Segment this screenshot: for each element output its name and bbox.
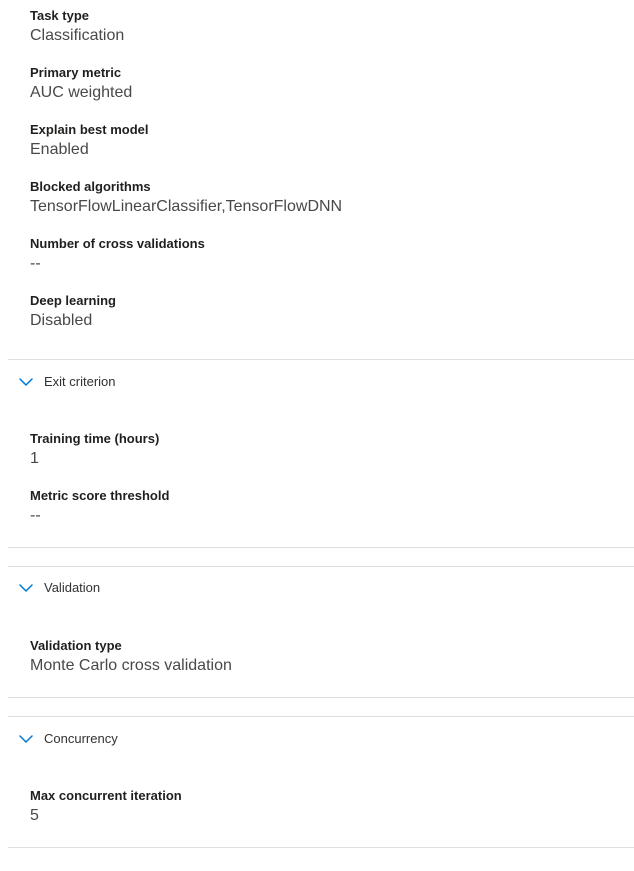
metric-threshold-label: Metric score threshold <box>30 488 170 503</box>
primary-metric-label: Primary metric <box>30 65 122 80</box>
max-concurrent-value: 5 <box>30 807 39 824</box>
section-divider <box>8 359 634 360</box>
concurrency-title: Concurrency <box>44 731 118 746</box>
section-divider <box>8 716 634 717</box>
concurrency-section-toggle[interactable]: Concurrency <box>19 729 118 749</box>
section-divider <box>8 697 634 698</box>
section-divider <box>8 566 634 567</box>
training-time-field: Training time (hours) 1 <box>30 431 159 470</box>
task-type-label: Task type <box>30 8 90 23</box>
validation-type-field: Validation type Monte Carlo cross valida… <box>30 638 232 677</box>
validation-title: Validation <box>44 580 101 595</box>
validation-type-value: Monte Carlo cross validation <box>30 657 232 674</box>
section-divider <box>8 847 634 848</box>
max-concurrent-label: Max concurrent iteration <box>30 788 182 803</box>
blocked-algorithms-value: TensorFlowLinearClassifier,TensorFlowDNN <box>30 198 343 215</box>
chevron-down-icon <box>19 583 33 593</box>
task-type-value: Classification <box>30 27 125 44</box>
metric-threshold-value: -- <box>30 507 41 524</box>
cross-validations-value: -- <box>30 255 41 272</box>
explain-best-model-value: Enabled <box>30 141 89 158</box>
validation-type-label: Validation type <box>30 638 122 653</box>
max-concurrent-field: Max concurrent iteration 5 <box>30 788 182 827</box>
primary-metric-field: Primary metric AUC weighted <box>30 65 132 104</box>
metric-threshold-field: Metric score threshold -- <box>30 488 169 527</box>
training-time-value: 1 <box>30 450 39 467</box>
validation-section-toggle[interactable]: Validation <box>19 578 100 598</box>
chevron-down-icon <box>19 377 33 387</box>
chevron-down-icon <box>19 734 33 744</box>
explain-best-model-field: Explain best model Enabled <box>30 122 148 161</box>
exit-criterion-section-toggle[interactable]: Exit criterion <box>19 372 116 392</box>
deep-learning-label: Deep learning <box>30 293 116 308</box>
deep-learning-field: Deep learning Disabled <box>30 293 116 332</box>
explain-best-model-label: Explain best model <box>30 122 149 137</box>
exit-criterion-title: Exit criterion <box>44 374 116 389</box>
training-time-label: Training time (hours) <box>30 431 160 446</box>
task-type-field: Task type Classification <box>30 8 124 47</box>
blocked-algorithms-field: Blocked algorithms TensorFlowLinearClass… <box>30 179 342 218</box>
primary-metric-value: AUC weighted <box>30 84 133 101</box>
deep-learning-value: Disabled <box>30 312 93 329</box>
cross-validations-label: Number of cross validations <box>30 236 205 251</box>
section-divider <box>8 547 634 548</box>
blocked-algorithms-label: Blocked algorithms <box>30 179 151 194</box>
cross-validations-field: Number of cross validations -- <box>30 236 205 275</box>
